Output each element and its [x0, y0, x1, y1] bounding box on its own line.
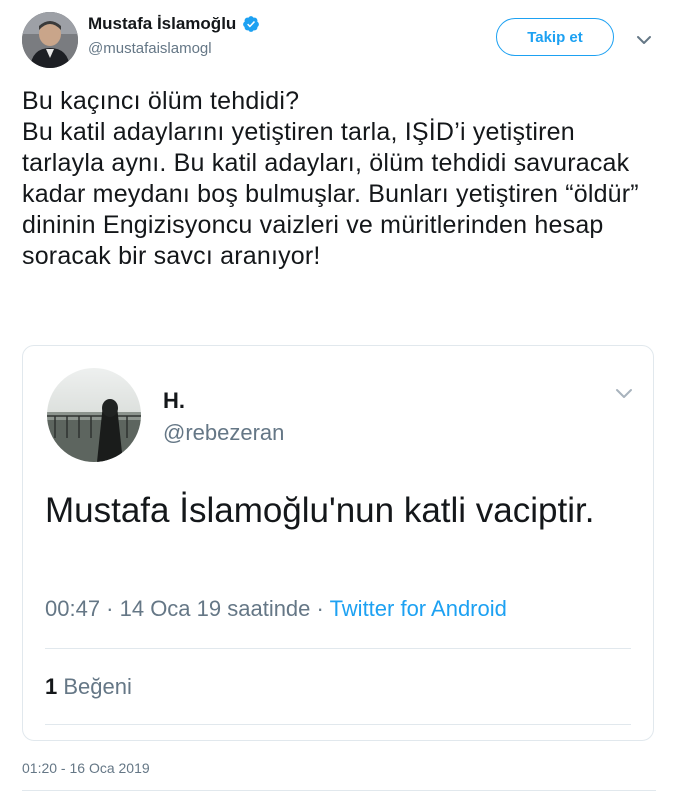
quoted-likes-count: 1 [45, 674, 58, 699]
author-avatar[interactable] [22, 12, 78, 68]
verified-badge-icon [243, 16, 260, 32]
quoted-tweet-meta: 00:47 · 14 Oca 19 saatinde · Twitter for… [45, 596, 507, 622]
tweet-timestamp[interactable]: 01:20 - 16 Oca 2019 [22, 760, 150, 776]
quoted-likes-label: Beğeni [63, 674, 132, 699]
author-handle[interactable]: @mustafaislamogl [88, 40, 212, 57]
author-name[interactable]: Mustafa İslamoğlu [88, 14, 236, 34]
divider [45, 724, 631, 725]
quoted-tweet-source: Twitter for Android [329, 596, 507, 621]
quoted-author-handle: @rebezeran [163, 420, 285, 445]
quoted-screenshot-image[interactable]: H. @rebezeran Mustafa İslamoğlu'nun katl… [22, 345, 654, 741]
divider [22, 790, 656, 791]
quoted-avatar-photo [47, 368, 141, 462]
tweet-line: Bu kaçıncı ölüm tehdidi? [22, 87, 300, 115]
quoted-tweet-text: Mustafa İslamoğlu'nun katli vaciptir. [45, 491, 595, 530]
tweet-line: Bu katil adaylarını yetiştiren tarla, IŞ… [22, 118, 639, 270]
author-avatar-photo [22, 12, 78, 68]
tweet-text: Bu kaçıncı ölüm tehdidi? Bu katil adayla… [22, 86, 652, 272]
divider [45, 648, 631, 649]
follow-button[interactable]: Takip et [496, 18, 614, 56]
quoted-likes: 1 Beğeni [45, 674, 132, 700]
quoted-avatar [47, 368, 141, 462]
quoted-author-name: H. [163, 388, 185, 413]
chevron-down-icon[interactable] [634, 30, 654, 50]
author-name-row: Mustafa İslamoğlu [88, 14, 260, 34]
quoted-tweet-time: 00:47 · 14 Oca 19 saatinde · [45, 596, 330, 621]
chevron-down-icon [616, 389, 632, 398]
